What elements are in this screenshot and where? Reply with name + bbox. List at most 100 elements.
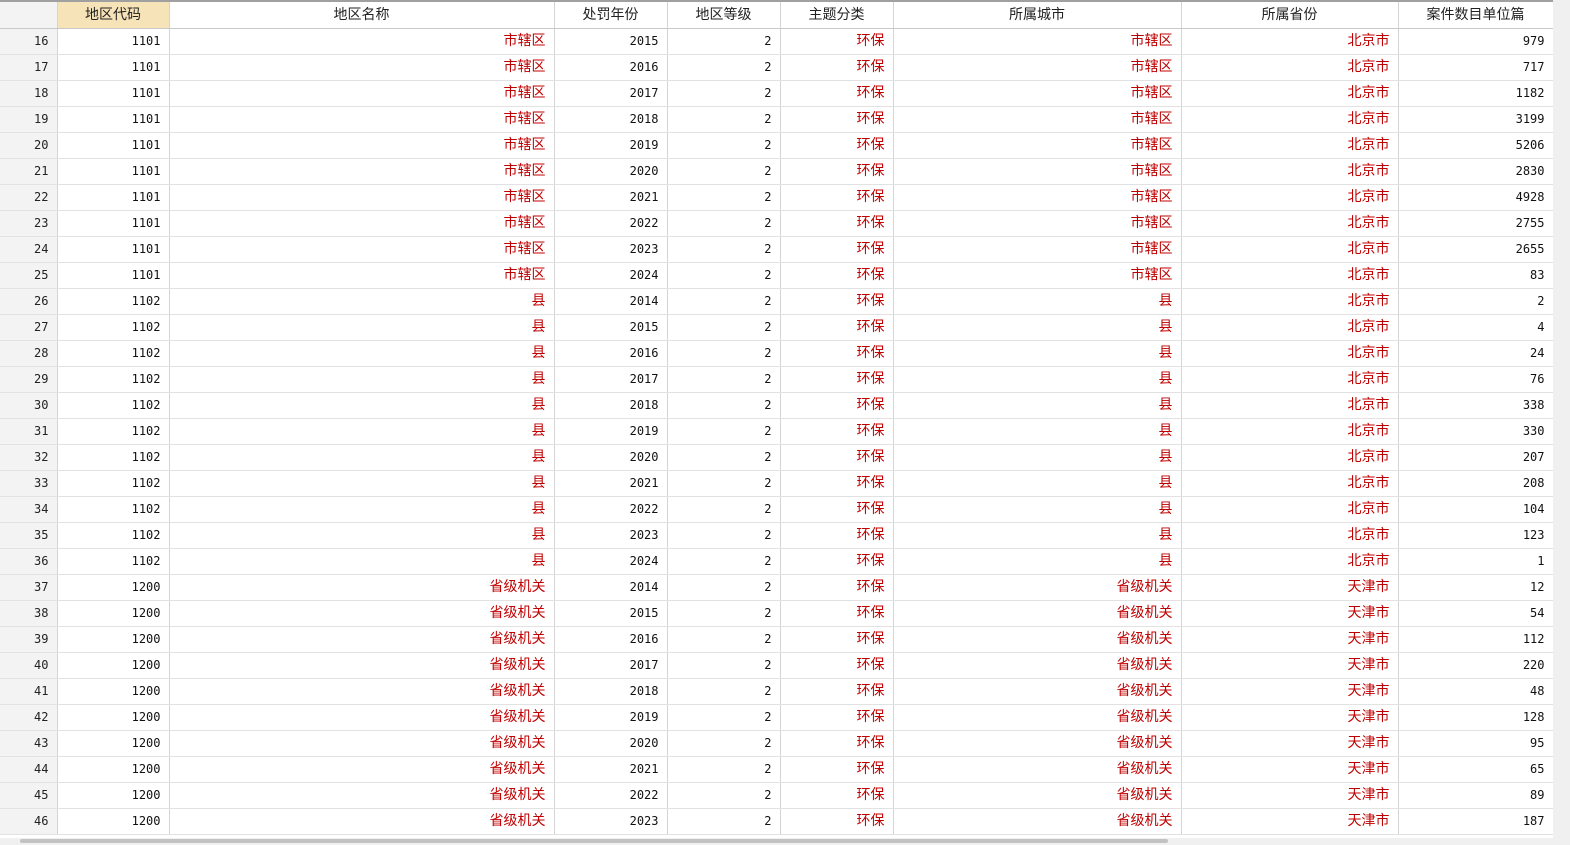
cell-topic[interactable]: 环保 [780,184,894,211]
cell-province[interactable]: 天津市 [1181,652,1399,679]
cell-penalty-year[interactable]: 2017 [554,366,668,393]
cell-topic[interactable]: 环保 [780,28,894,55]
cell-region-name[interactable]: 县 [169,392,555,419]
cell-region-code[interactable]: 1102 [57,522,170,549]
cell-region-code[interactable]: 1101 [57,106,170,133]
cell-region-name[interactable]: 省级机关 [169,652,555,679]
cell-penalty-year[interactable]: 2023 [554,236,668,263]
cell-case-count[interactable]: 65 [1398,756,1554,783]
cell-city[interactable]: 省级机关 [893,808,1182,835]
row-number[interactable]: 36 [0,548,58,575]
cell-region-name[interactable]: 县 [169,340,555,367]
cell-topic[interactable]: 环保 [780,730,894,757]
cell-province[interactable]: 天津市 [1181,574,1399,601]
cell-region-name[interactable]: 县 [169,366,555,393]
cell-province[interactable]: 天津市 [1181,600,1399,627]
cell-case-count[interactable]: 1 [1398,548,1554,575]
cell-province[interactable]: 北京市 [1181,392,1399,419]
cell-region-code[interactable]: 1102 [57,470,170,497]
cell-region-code[interactable]: 1200 [57,808,170,835]
cell-penalty-year[interactable]: 2021 [554,184,668,211]
cell-case-count[interactable]: 187 [1398,808,1554,835]
cell-region-level[interactable]: 2 [667,600,781,627]
cell-province[interactable]: 北京市 [1181,314,1399,341]
cell-city[interactable]: 市辖区 [893,28,1182,55]
cell-case-count[interactable]: 979 [1398,28,1554,55]
table-row[interactable]: 31 1102 县 2019 2 环保县北京市 330 [0,418,1554,445]
row-number[interactable]: 39 [0,626,58,653]
cell-region-name[interactable]: 省级机关 [169,678,555,705]
cell-province[interactable]: 北京市 [1181,80,1399,107]
cell-region-code[interactable]: 1200 [57,678,170,705]
cell-region-code[interactable]: 1200 [57,704,170,731]
cell-penalty-year[interactable]: 2024 [554,262,668,289]
row-number[interactable]: 29 [0,366,58,393]
cell-province[interactable]: 天津市 [1181,678,1399,705]
cell-region-name[interactable]: 市辖区 [169,184,555,211]
cell-province[interactable]: 北京市 [1181,106,1399,133]
cell-region-code[interactable]: 1200 [57,730,170,757]
table-row[interactable]: 18 1101 市辖区 2017 2 环保 市辖区 北京市 1182 [0,80,1554,107]
cell-region-name[interactable]: 县 [169,444,555,471]
cell-penalty-year[interactable]: 2020 [554,444,668,471]
cell-penalty-year[interactable]: 2018 [554,392,668,419]
cell-region-name[interactable]: 县 [169,288,555,315]
cell-region-level[interactable]: 2 [667,574,781,601]
cell-region-name[interactable]: 市辖区 [169,132,555,159]
cell-region-name[interactable]: 省级机关 [169,808,555,835]
cell-region-code[interactable]: 1200 [57,652,170,679]
cell-region-code[interactable]: 1200 [57,756,170,783]
cell-topic[interactable]: 环保 [780,704,894,731]
cell-city[interactable]: 市辖区 [893,210,1182,237]
cell-case-count[interactable]: 95 [1398,730,1554,757]
cell-region-code[interactable]: 1101 [57,210,170,237]
cell-penalty-year[interactable]: 2020 [554,730,668,757]
cell-city[interactable]: 县 [893,496,1182,523]
row-number[interactable]: 44 [0,756,58,783]
table-row[interactable]: 29 1102 县 2017 2 环保县北京市 76 [0,366,1554,393]
column-header-region-name[interactable]: 地区名称 [169,2,555,29]
cell-region-name[interactable]: 县 [169,548,555,575]
cell-province[interactable]: 北京市 [1181,184,1399,211]
table-row[interactable]: 24 1101 市辖区 2023 2 环保 市辖区 北京市 2655 [0,236,1554,263]
cell-region-level[interactable]: 2 [667,132,781,159]
cell-topic[interactable]: 环保 [780,158,894,185]
cell-case-count[interactable]: 24 [1398,340,1554,367]
cell-region-code[interactable]: 1102 [57,288,170,315]
horizontal-scrollbar[interactable] [0,838,1553,845]
row-number[interactable]: 22 [0,184,58,211]
cell-region-level[interactable]: 2 [667,184,781,211]
row-number[interactable]: 18 [0,80,58,107]
cell-topic[interactable]: 环保 [780,678,894,705]
cell-region-code[interactable]: 1101 [57,236,170,263]
row-number[interactable]: 33 [0,470,58,497]
cell-penalty-year[interactable]: 2016 [554,54,668,81]
cell-province[interactable]: 北京市 [1181,496,1399,523]
cell-penalty-year[interactable]: 2022 [554,496,668,523]
cell-case-count[interactable]: 207 [1398,444,1554,471]
cell-city[interactable]: 市辖区 [893,236,1182,263]
cell-case-count[interactable]: 208 [1398,470,1554,497]
cell-case-count[interactable]: 4 [1398,314,1554,341]
cell-region-code[interactable]: 1101 [57,54,170,81]
cell-case-count[interactable]: 220 [1398,652,1554,679]
cell-case-count[interactable]: 48 [1398,678,1554,705]
cell-topic[interactable]: 环保 [780,314,894,341]
cell-penalty-year[interactable]: 2017 [554,80,668,107]
cell-topic[interactable]: 环保 [780,600,894,627]
row-number[interactable]: 45 [0,782,58,809]
cell-penalty-year[interactable]: 2019 [554,704,668,731]
cell-province[interactable]: 天津市 [1181,704,1399,731]
row-number[interactable]: 38 [0,600,58,627]
cell-region-name[interactable]: 县 [169,470,555,497]
cell-region-code[interactable]: 1102 [57,314,170,341]
cell-penalty-year[interactable]: 2018 [554,678,668,705]
cell-topic[interactable]: 环保 [780,54,894,81]
cell-region-level[interactable]: 2 [667,392,781,419]
row-number[interactable]: 25 [0,262,58,289]
cell-region-level[interactable]: 2 [667,366,781,393]
cell-region-level[interactable]: 2 [667,210,781,237]
cell-region-level[interactable]: 2 [667,444,781,471]
table-row[interactable]: 22 1101 市辖区 2021 2 环保 市辖区 北京市 4928 [0,184,1554,211]
cell-region-name[interactable]: 县 [169,314,555,341]
